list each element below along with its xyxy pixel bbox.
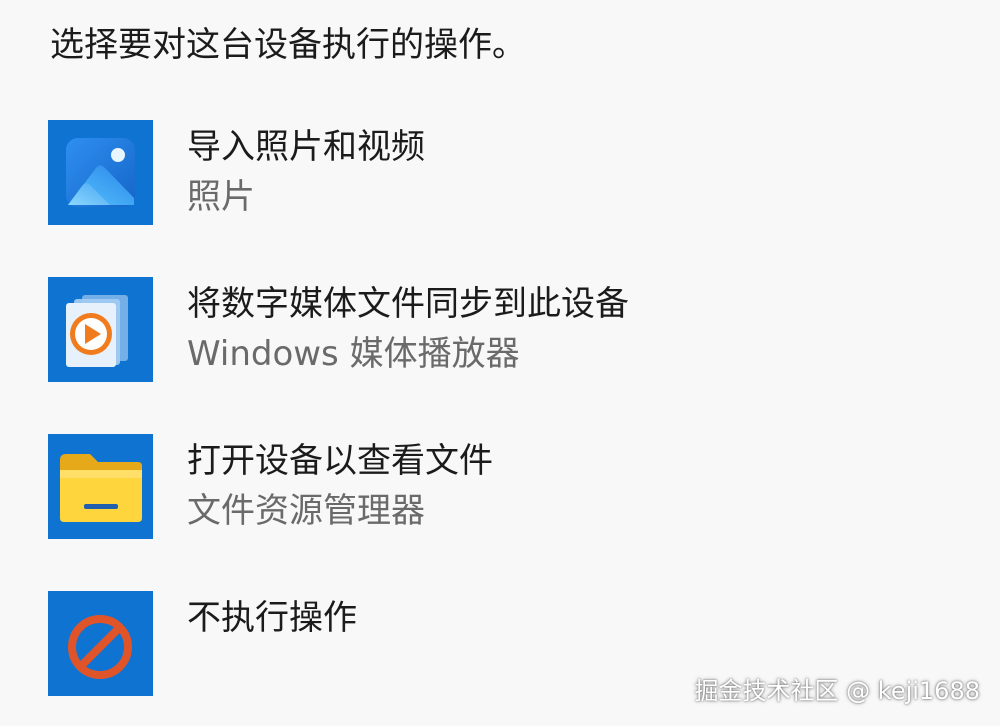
autoplay-options-list: 导入照片和视频 照片 将数字媒体文件同步到此设备 Windows 媒体播放器 打…	[48, 120, 948, 696]
option-title: 不执行操作	[187, 598, 357, 638]
option-open-files[interactable]: 打开设备以查看文件 文件资源管理器	[48, 434, 948, 539]
option-subtitle: Windows 媒体播放器	[187, 334, 520, 374]
windows-media-player-icon	[48, 277, 153, 382]
option-import-photos-videos[interactable]: 导入照片和视频 照片	[48, 120, 948, 225]
option-text-group: 导入照片和视频 照片	[187, 120, 425, 222]
option-title: 将数字媒体文件同步到此设备	[187, 284, 629, 324]
option-text-group: 不执行操作	[187, 591, 357, 643]
option-subtitle: 照片	[187, 177, 255, 217]
option-title: 打开设备以查看文件	[187, 441, 493, 481]
option-subtitle: 文件资源管理器	[187, 491, 425, 531]
option-title: 导入照片和视频	[187, 127, 425, 167]
option-text-group: 打开设备以查看文件 文件资源管理器	[187, 434, 493, 536]
option-sync-media[interactable]: 将数字媒体文件同步到此设备 Windows 媒体播放器	[48, 277, 948, 382]
autoplay-prompt: 选择要对这台设备执行的操作。	[50, 25, 526, 65]
watermark: 掘金技术社区 @ keji1688	[694, 677, 980, 705]
photos-app-icon	[48, 120, 153, 225]
option-text-group: 将数字媒体文件同步到此设备 Windows 媒体播放器	[187, 277, 629, 379]
no-action-icon	[48, 591, 153, 696]
file-explorer-icon	[48, 434, 153, 539]
